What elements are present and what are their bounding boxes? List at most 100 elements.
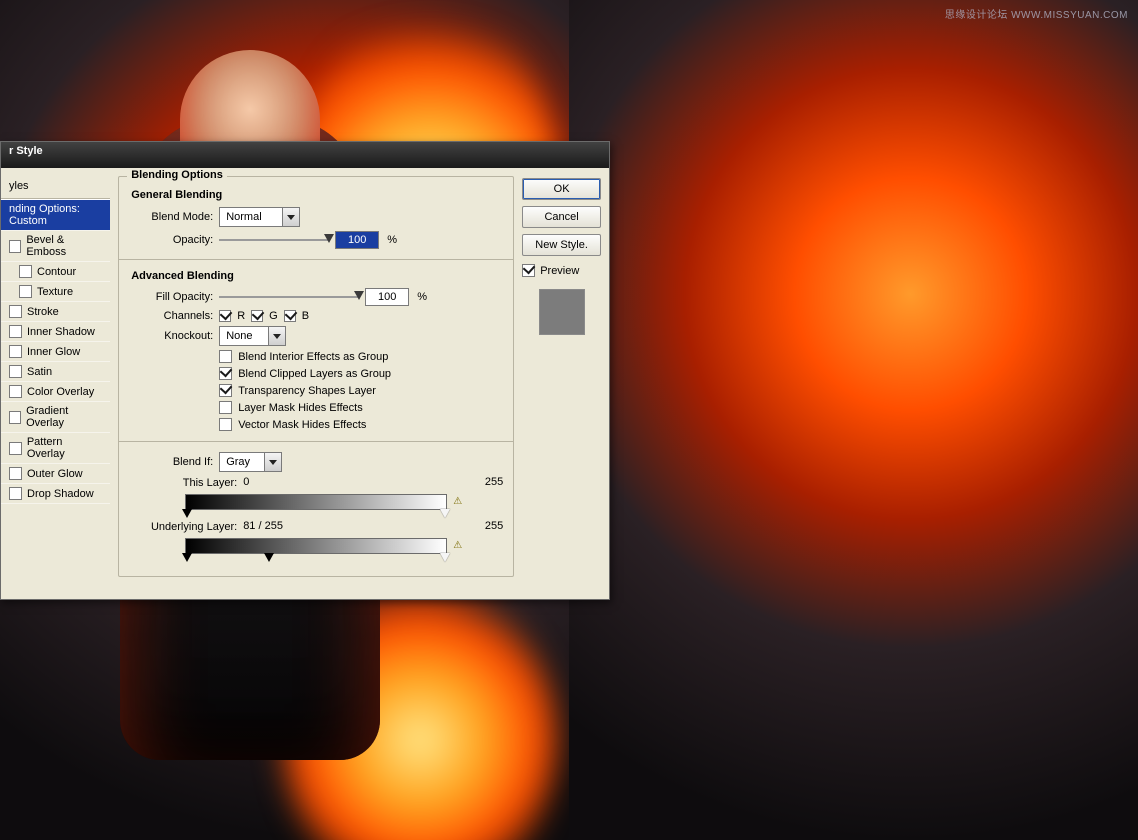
canvas-right: 思缘设计论坛 WWW.MISSYUAN.COM [569,0,1138,840]
preview-label: Preview [540,265,579,277]
knockout-label: Knockout: [129,330,213,342]
style-checkbox[interactable] [9,365,22,378]
underlying-layer-gradient[interactable]: ⚠ [185,538,447,554]
style-checkbox[interactable] [9,442,22,455]
blending-options-group: Blending Options General Blending Blend … [118,176,514,577]
style-row[interactable]: Contour [1,262,110,282]
slider-handle-white[interactable] [440,509,450,518]
blend-if-select[interactable]: Gray [219,452,282,472]
blend-mode-value: Normal [220,211,282,223]
underlying-mid: 255 [265,520,283,532]
general-blending-heading: General Blending [131,189,503,201]
blend-mode-select[interactable]: Normal [219,207,300,227]
style-label: Bevel & Emboss [26,234,102,258]
chevron-down-icon [287,215,295,220]
style-row[interactable]: nding Options: Custom [1,200,110,231]
style-checkbox[interactable] [9,325,22,338]
advanced-check-row[interactable]: Blend Interior Effects as Group [219,350,503,363]
style-row[interactable]: Gradient Overlay [1,402,110,433]
warning-icon: ⚠ [453,540,462,551]
style-row[interactable]: Color Overlay [1,382,110,402]
opacity-input[interactable]: 100 [335,231,379,249]
style-row[interactable]: Inner Glow [1,342,110,362]
style-row[interactable]: Bevel & Emboss [1,231,110,262]
chevron-down-icon [273,334,281,339]
fill-opacity-slider[interactable] [219,290,359,304]
opacity-label: Opacity: [129,234,213,246]
this-layer-high: 255 [485,476,503,488]
fill-opacity-label: Fill Opacity: [129,291,213,303]
advanced-check-row[interactable]: Transparency Shapes Layer [219,384,503,397]
channel-b-checkbox[interactable] [284,310,296,322]
slider-handle-black[interactable] [182,509,192,518]
style-checkbox[interactable] [19,285,32,298]
advanced-check-label: Vector Mask Hides Effects [238,419,366,431]
style-label: Texture [37,286,73,298]
advanced-check-label: Transparency Shapes Layer [238,385,376,397]
advanced-check-row[interactable]: Blend Clipped Layers as Group [219,367,503,380]
blend-if-section: Blend If: Gray This Layer: 0255 [129,452,503,554]
dialog-title[interactable]: r Style [1,142,609,168]
advanced-checkbox[interactable] [219,350,232,363]
advanced-blending-heading: Advanced Blending [131,270,503,282]
style-row[interactable]: Texture [1,282,110,302]
group-legend: Blending Options [127,169,227,181]
style-label: Inner Glow [27,346,80,358]
style-row[interactable]: Drop Shadow [1,484,110,504]
knockout-value: None [220,330,268,342]
style-label: Color Overlay [27,386,94,398]
advanced-check-label: Blend Clipped Layers as Group [238,368,391,380]
styles-column: yles nding Options: CustomBevel & Emboss… [1,176,110,504]
style-checkbox[interactable] [9,411,21,424]
channel-r-checkbox[interactable] [219,310,231,322]
style-checkbox[interactable] [9,487,22,500]
underlying-high: 255 [485,520,503,532]
style-checkbox[interactable] [9,240,21,253]
underlying-layer-label: Underlying Layer: [129,521,237,533]
style-checkbox[interactable] [9,467,22,480]
dropdown-button-icon[interactable] [264,453,281,471]
style-row[interactable]: Outer Glow [1,464,110,484]
layer-style-dialog: r Style yles nding Options: CustomBevel … [0,141,610,600]
slider-handle-white[interactable] [440,553,450,562]
style-row[interactable]: Inner Shadow [1,322,110,342]
slider-handle-black[interactable] [182,553,192,562]
ok-button[interactable]: OK [522,178,601,200]
slider-handle-black-split[interactable] [264,553,274,562]
channel-g-label: G [269,310,278,322]
style-row[interactable]: Pattern Overlay [1,433,110,464]
dropdown-button-icon[interactable] [282,208,299,226]
this-layer-gradient[interactable]: ⚠ [185,494,447,510]
style-row[interactable]: Stroke [1,302,110,322]
this-layer-label: This Layer: [129,477,237,489]
options-column: Blending Options General Blending Blend … [118,176,514,585]
fill-opacity-input[interactable]: 100 [365,288,409,306]
dropdown-button-icon[interactable] [268,327,285,345]
advanced-checkbox[interactable] [219,418,232,431]
dialog-buttons-column: OK Cancel New Style. Preview [522,176,601,335]
style-label: Stroke [27,306,59,318]
advanced-check-row[interactable]: Layer Mask Hides Effects [219,401,503,414]
advanced-check-label: Layer Mask Hides Effects [238,402,363,414]
advanced-checkbox[interactable] [219,384,232,397]
style-label: Gradient Overlay [26,405,102,429]
underlying-low: 81 [243,520,255,532]
preview-checkbox[interactable] [522,264,535,277]
preview-toggle[interactable]: Preview [522,264,601,277]
knockout-select[interactable]: None [219,326,286,346]
style-checkbox[interactable] [9,345,22,358]
split-char: / [259,520,262,532]
opacity-slider[interactable] [219,233,329,247]
advanced-check-row[interactable]: Vector Mask Hides Effects [219,418,503,431]
advanced-checkbox[interactable] [219,367,232,380]
new-style-button[interactable]: New Style. [522,234,601,256]
channel-g-checkbox[interactable] [251,310,263,322]
warning-icon: ⚠ [453,496,462,507]
style-checkbox[interactable] [19,265,32,278]
advanced-checkbox[interactable] [219,401,232,414]
style-label: Pattern Overlay [27,436,102,460]
style-checkbox[interactable] [9,385,22,398]
style-checkbox[interactable] [9,305,22,318]
style-row[interactable]: Satin [1,362,110,382]
cancel-button[interactable]: Cancel [522,206,601,228]
